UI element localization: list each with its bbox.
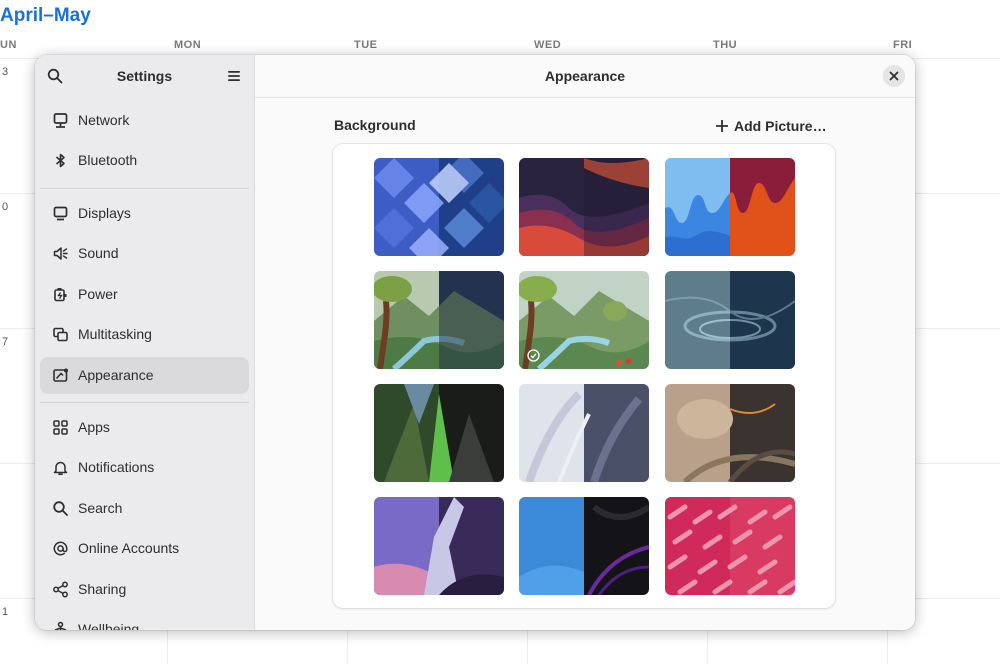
selected-check-icon [527, 349, 540, 362]
day-header: WED [534, 39, 562, 51]
share-icon [53, 581, 68, 598]
wallpaper-image [374, 158, 504, 256]
sidebar-item-network[interactable]: Network [40, 102, 249, 139]
power-icon [54, 288, 67, 302]
add-picture-button[interactable]: Add Picture… [715, 115, 827, 137]
appearance-panel: Appearance Background Add Picture… [255, 55, 915, 630]
wallpaper-image [374, 271, 504, 369]
hamburger-icon [228, 71, 240, 81]
calendar-date[interactable]: 3 [2, 66, 8, 78]
sidebar-item-label: Search [78, 500, 123, 516]
apps-icon [53, 420, 68, 435]
sidebar-item-displays[interactable]: Displays [40, 195, 249, 232]
appearance-icon [53, 368, 68, 382]
day-header: TUE [354, 39, 378, 51]
wellbeing-icon [54, 621, 67, 630]
sidebar-item-label: Online Accounts [78, 540, 180, 556]
plus-icon [716, 120, 728, 132]
wallpaper-grid [333, 144, 835, 608]
sidebar-item-power[interactable]: Power [40, 276, 249, 313]
sidebar-item-bluetooth[interactable]: Bluetooth [40, 142, 249, 179]
sidebar-item-label: Bluetooth [78, 152, 138, 168]
wallpaper-image [519, 497, 649, 595]
sidebar-separator [40, 188, 249, 189]
wallpaper-thumbnail[interactable] [374, 497, 504, 595]
day-header: FRI [893, 39, 913, 51]
sidebar-header: Settings [35, 55, 254, 97]
sidebar-item-sound[interactable]: Sound [40, 235, 249, 272]
sidebar-item-search[interactable]: Search [40, 490, 249, 527]
wallpaper-thumbnail[interactable] [374, 271, 504, 369]
day-header: UN [0, 39, 17, 51]
sidebar-item-appearance[interactable]: Appearance [40, 357, 249, 394]
sidebar-item-label: Power [78, 286, 118, 302]
wallpaper-image [665, 271, 795, 369]
wallpaper-thumbnail[interactable] [665, 271, 795, 369]
at-icon [53, 541, 68, 556]
sidebar-item-label: Displays [78, 205, 131, 221]
sound-icon [53, 247, 68, 260]
day-header: THU [713, 39, 738, 51]
sidebar-item-label: Wellbeing [78, 621, 140, 630]
wallpaper-thumbnail-selected[interactable] [519, 271, 649, 369]
sidebar-item-sharing[interactable]: Sharing [40, 571, 249, 608]
panel-header: Appearance [255, 55, 915, 98]
sidebar-item-online-accounts[interactable]: Online Accounts [40, 530, 249, 567]
sidebar: Settings Network Bluetooth Displays Soun… [35, 55, 255, 630]
sidebar-item-label: Appearance [78, 367, 154, 383]
page-title: Appearance [544, 68, 626, 84]
sidebar-item-label: Apps [78, 419, 110, 435]
wallpaper-image [665, 497, 795, 595]
wallpaper-image [665, 384, 795, 482]
sidebar-item-label: Network [78, 112, 130, 128]
wallpaper-image [665, 158, 795, 256]
add-picture-label: Add Picture… [734, 118, 827, 134]
wallpaper-thumbnail[interactable] [665, 384, 795, 482]
wallpaper-thumbnail[interactable] [519, 158, 649, 256]
calendar-date[interactable]: 0 [2, 201, 8, 213]
sidebar-item-notifications[interactable]: Notifications [40, 449, 249, 486]
wallpaper-thumbnail[interactable] [374, 384, 504, 482]
close-icon [889, 71, 899, 81]
wallpaper-image [519, 384, 649, 482]
search-icon [53, 501, 68, 516]
close-button[interactable] [883, 65, 905, 87]
wallpaper-thumbnail[interactable] [665, 158, 795, 256]
wallpaper-image [519, 158, 649, 256]
sidebar-item-label: Sound [78, 245, 119, 261]
wallpaper-thumbnail[interactable] [519, 384, 649, 482]
day-header: MON [174, 39, 202, 51]
bluetooth-icon [55, 153, 65, 168]
calendar-date[interactable]: 7 [2, 336, 8, 348]
network-icon [53, 113, 68, 128]
multitasking-icon [53, 327, 68, 342]
sidebar-separator [40, 402, 249, 403]
sidebar-item-apps[interactable]: Apps [40, 409, 249, 446]
sidebar-item-label: Sharing [78, 581, 127, 597]
wallpaper-thumbnail[interactable] [519, 497, 649, 595]
display-icon [53, 206, 68, 221]
background-section-label: Background [334, 117, 416, 133]
calendar-date[interactable]: 1 [2, 606, 8, 618]
wallpaper-image [374, 497, 504, 595]
sidebar-item-wellbeing[interactable]: Wellbeing [40, 611, 249, 630]
settings-window: Settings Network Bluetooth Displays Soun… [35, 55, 915, 630]
sidebar-item-label: Notifications [78, 459, 155, 475]
bell-icon [53, 461, 68, 475]
calendar-title: April–May [0, 5, 91, 26]
sidebar-item-multitasking[interactable]: Multitasking [40, 316, 249, 353]
main-menu-button[interactable] [221, 63, 247, 89]
wallpaper-thumbnail[interactable] [665, 497, 795, 595]
wallpaper-image [374, 384, 504, 482]
wallpaper-thumbnail[interactable] [374, 158, 504, 256]
sidebar-item-label: Multitasking [78, 326, 152, 342]
